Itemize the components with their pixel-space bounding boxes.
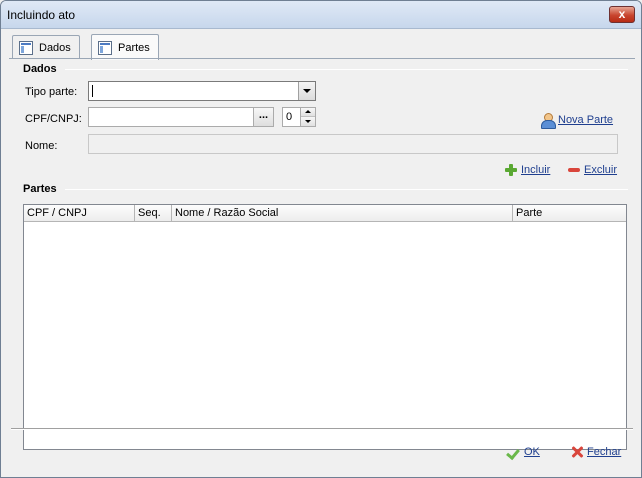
text-caret	[92, 85, 93, 97]
minus-icon	[568, 164, 580, 176]
group-partes-divider	[64, 188, 628, 190]
tab-dados-label: Dados	[39, 41, 71, 54]
nova-parte-label: Nova Parte	[558, 114, 614, 126]
plus-icon	[505, 164, 517, 176]
tipo-parte-select[interactable]	[88, 81, 316, 101]
chevron-down-icon[interactable]	[298, 82, 315, 100]
nome-label: Nome:	[25, 140, 58, 152]
form-icon	[98, 40, 112, 55]
incluir-label: Incluir	[521, 164, 551, 176]
user-icon	[541, 113, 556, 129]
tab-partes-label: Partes	[118, 41, 150, 54]
close-button[interactable]: x	[609, 6, 635, 23]
group-dados-label: Dados	[23, 63, 57, 75]
seq-value: 0	[286, 111, 293, 123]
search-lookup-button[interactable]: ...	[253, 108, 273, 126]
close-icon	[571, 446, 583, 458]
seq-stepper[interactable]: 0	[282, 107, 316, 127]
cpf-cnpj-label: CPF/CNPJ:	[25, 113, 82, 125]
incluir-button[interactable]: Incluir	[505, 164, 550, 176]
excluir-label: Excluir	[584, 164, 618, 176]
fechar-button[interactable]: Fechar	[571, 446, 621, 458]
chevron-down-icon[interactable]	[301, 117, 315, 126]
column-header-cpf-cnpj[interactable]: CPF / CNPJ	[24, 205, 135, 222]
partes-grid[interactable]: CPF / CNPJ Seq. Nome / Razão Social Part…	[23, 204, 627, 450]
group-partes-header: Partes	[23, 183, 628, 195]
tab-dados[interactable]: Dados	[12, 35, 80, 59]
footer-divider	[11, 428, 633, 430]
ellipsis-icon: ...	[258, 109, 269, 121]
ok-label: OK	[524, 446, 540, 458]
title-bar[interactable]: Incluindo ato x	[1, 1, 641, 29]
partes-grid-header: CPF / CNPJ Seq. Nome / Razão Social Part…	[24, 205, 626, 222]
group-dados-divider	[64, 68, 628, 70]
fechar-label: Fechar	[587, 446, 622, 458]
cpf-cnpj-input[interactable]: ...	[88, 107, 274, 127]
tab-page-partes: Dados Tipo parte: CPF/CNPJ: ... 0 Nova P…	[9, 58, 635, 453]
client-area: Dados Partes Dados Tipo parte: CPF/CNPJ:	[9, 30, 635, 477]
chevron-up-icon[interactable]	[301, 108, 315, 117]
seq-stepper-buttons	[300, 108, 315, 126]
column-header-parte[interactable]: Parte	[513, 205, 626, 222]
ok-button[interactable]: OK	[507, 446, 540, 458]
group-dados-header: Dados	[23, 63, 628, 75]
dialog-window: Incluindo ato x Dados Partes Dados Tipo …	[0, 0, 642, 478]
form-icon	[19, 40, 33, 55]
window-title: Incluindo ato	[7, 8, 76, 22]
nova-parte-button[interactable]: Nova Parte	[541, 113, 614, 129]
excluir-button[interactable]: Excluir	[568, 164, 617, 176]
tipo-parte-label: Tipo parte:	[25, 86, 78, 98]
tab-partes[interactable]: Partes	[91, 34, 159, 60]
close-icon: x	[618, 7, 626, 21]
check-icon	[507, 446, 520, 458]
column-header-nome[interactable]: Nome / Razão Social	[172, 205, 513, 222]
column-header-seq[interactable]: Seq.	[135, 205, 172, 222]
group-partes-label: Partes	[23, 183, 57, 195]
nome-field	[88, 134, 618, 154]
